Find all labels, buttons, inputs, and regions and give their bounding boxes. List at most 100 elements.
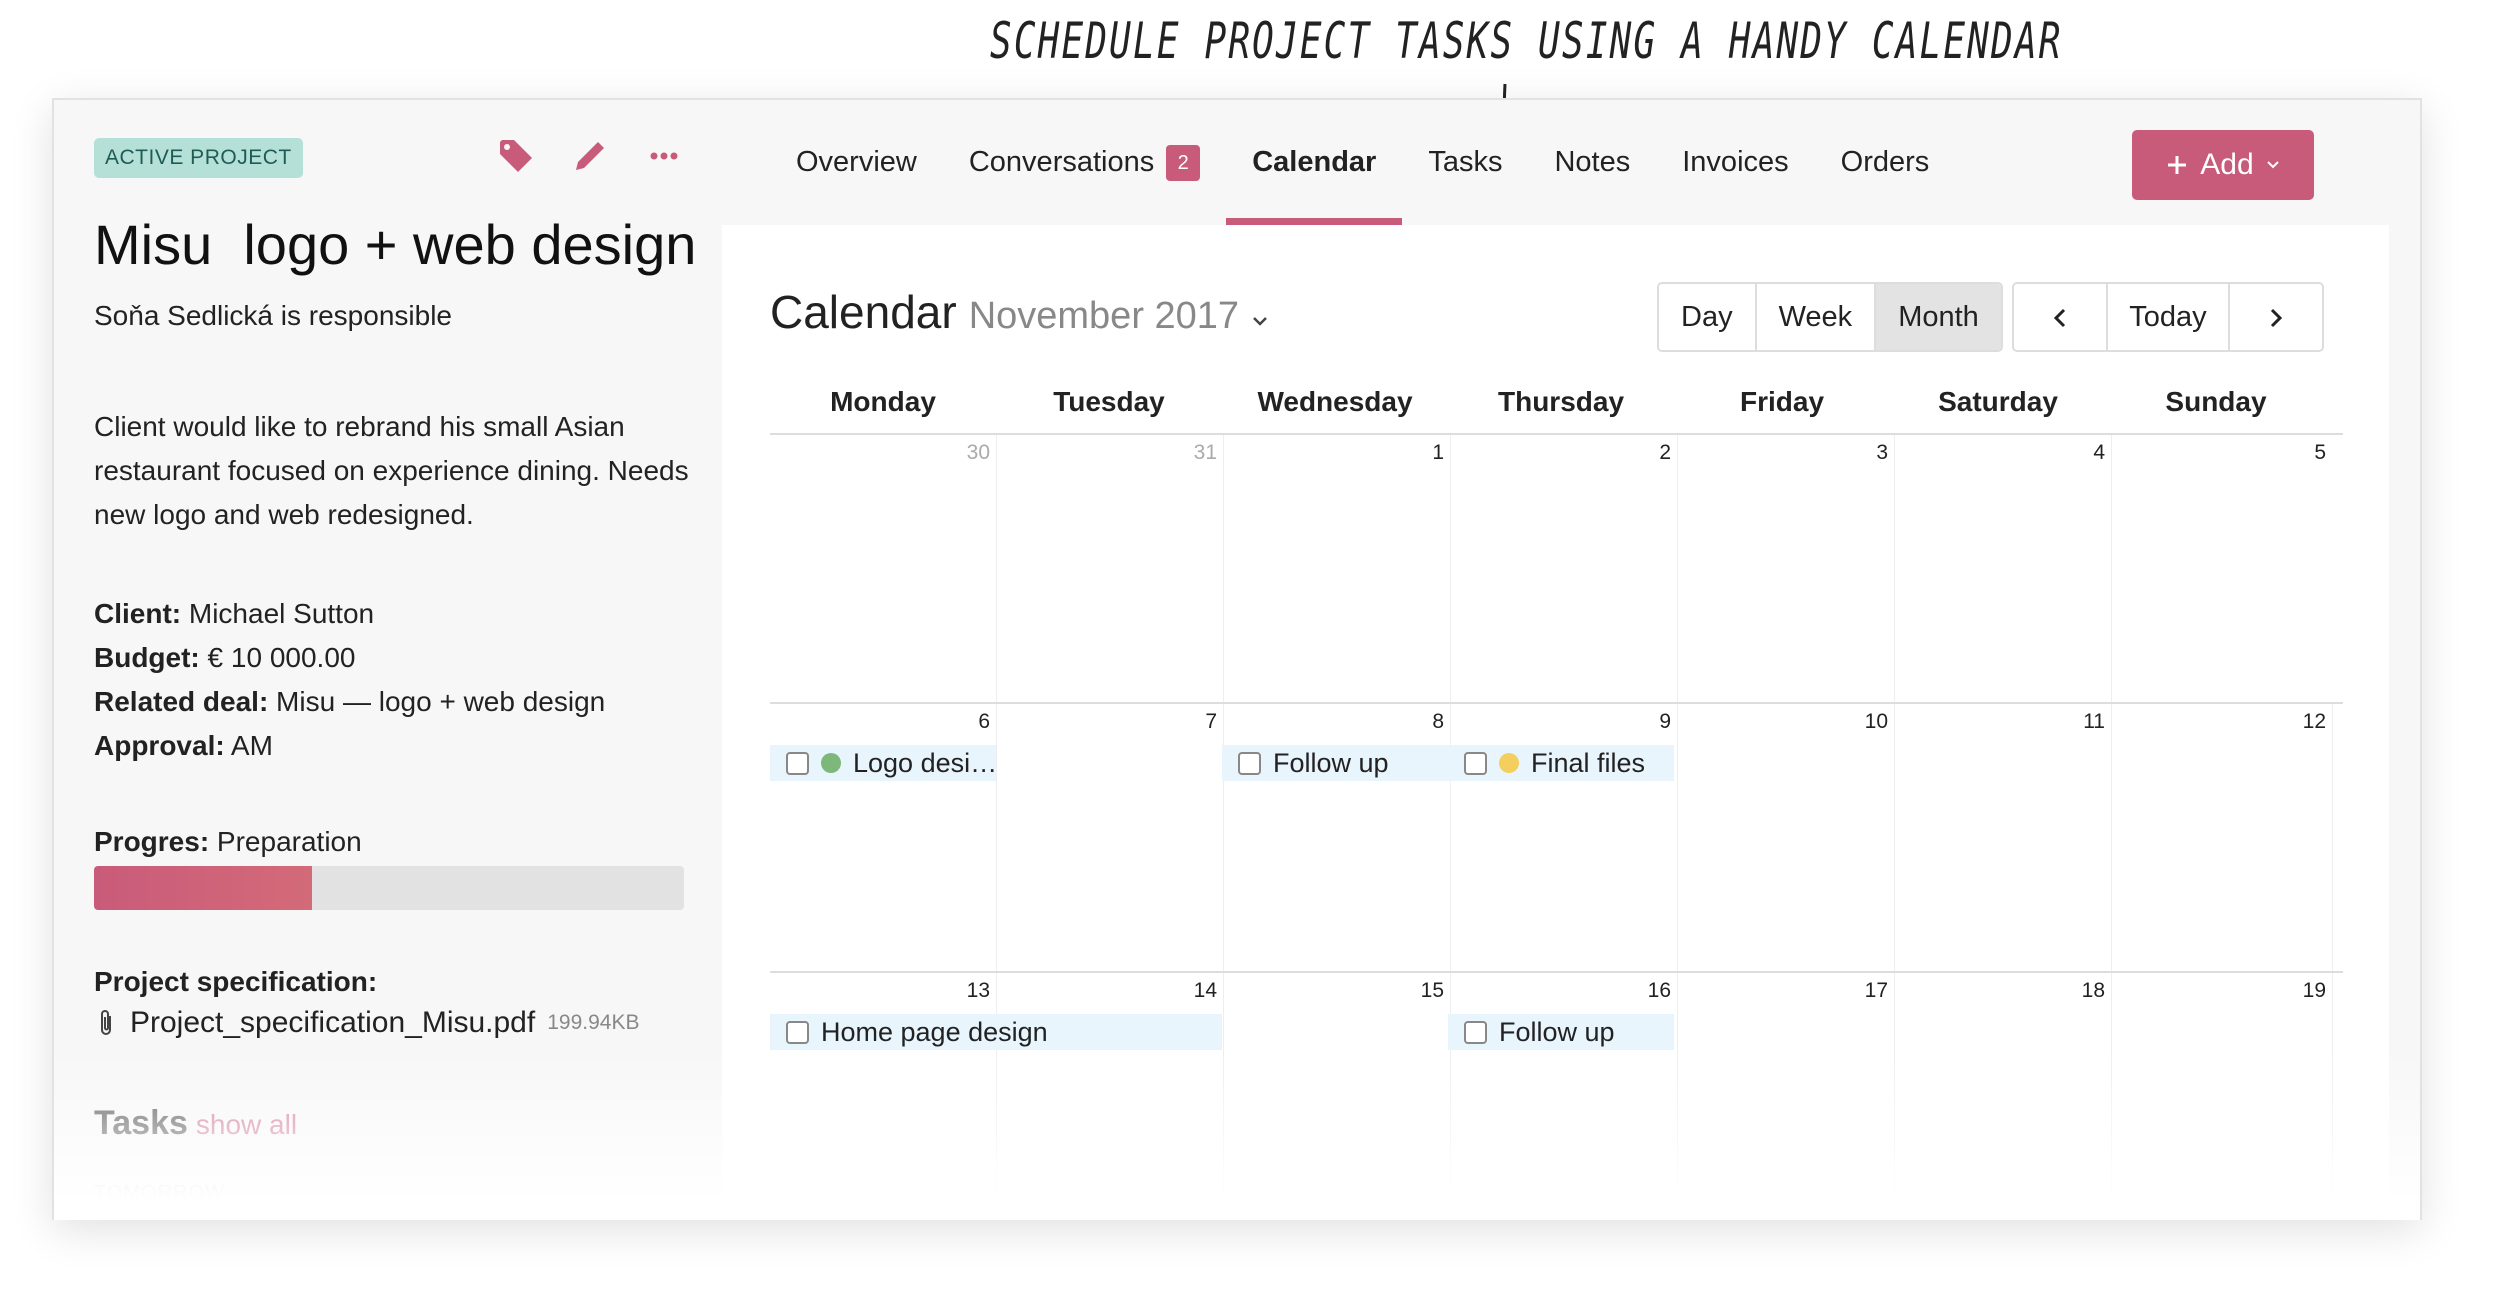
- month-picker[interactable]: November 2017: [969, 295, 1239, 338]
- add-button-label: Add: [2200, 148, 2254, 181]
- day-number: 17: [1864, 979, 1888, 1002]
- tab-invoices[interactable]: Invoices: [1656, 100, 1814, 225]
- day-number: 2: [1659, 441, 1671, 464]
- add-button[interactable]: Add: [2132, 130, 2314, 200]
- tag-icon[interactable]: [494, 134, 538, 178]
- calendar-day-cell[interactable]: 12: [2112, 704, 2333, 971]
- weekday-label: Tuesday: [1053, 386, 1165, 417]
- calendar-event[interactable]: Logo desi…: [770, 745, 996, 781]
- calendar-day-cell[interactable]: 31: [997, 435, 1224, 702]
- calendar-event[interactable]: Follow up: [1222, 745, 1448, 781]
- calendar-title: Calendar: [770, 286, 957, 338]
- weekday-label: Thursday: [1497, 386, 1625, 417]
- tab-calendar[interactable]: Calendar: [1226, 100, 1403, 225]
- progress-fill: [94, 866, 313, 910]
- weekday-header: Monday Tuesday Wednesday Thursday Friday Satu…: [770, 380, 2343, 435]
- view-week-button[interactable]: Week: [1756, 284, 1877, 350]
- day-number: 11: [2083, 710, 2105, 733]
- calendar-day-cell[interactable]: 4: [1895, 435, 2112, 702]
- day-number: 15: [1420, 979, 1444, 1002]
- weekday-label: Wednesday: [1257, 386, 1413, 417]
- calendar-day-cell[interactable]: 14: [997, 973, 1224, 1220]
- task-checkbox[interactable]: [786, 751, 809, 775]
- project-title: Misu logo + web design: [94, 213, 697, 276]
- calendar-day-cell[interactable]: 15: [1224, 973, 1451, 1220]
- day-number: 19: [2302, 979, 2326, 1002]
- tab-conversations[interactable]: Conversations 2: [943, 100, 1226, 225]
- today-button[interactable]: Today: [2108, 284, 2230, 350]
- field-value: AM: [224, 730, 273, 761]
- app-window: ACTIVE PROJECT Misu logo + web design So…: [52, 98, 2422, 1220]
- more-icon[interactable]: [642, 134, 686, 178]
- calendar-day-cell[interactable]: 17: [1678, 973, 1895, 1220]
- calendar-day-cell[interactable]: 11: [1895, 704, 2112, 971]
- day-number: 31: [1193, 441, 1217, 464]
- tab-tasks[interactable]: Tasks: [1402, 100, 1528, 225]
- calendar-event[interactable]: Follow up: [1448, 1014, 1674, 1050]
- prev-button[interactable]: [2014, 284, 2108, 350]
- spec-filename[interactable]: Project_specification_Misu.pdf: [130, 1006, 535, 1040]
- calendar-week: 30 31 1 2 3 4 5: [770, 435, 2343, 704]
- field-label: Related deal:: [94, 686, 269, 717]
- calendar-grid: Monday Tuesday Wednesday Thursday Friday Satu…: [770, 380, 2343, 1220]
- approval-row: Approval: AM: [94, 724, 605, 768]
- calendar-week: 6 7 8 9 10 11 12 Logo desi… Follow up Final files: [770, 704, 2343, 973]
- task-checkbox[interactable]: [1464, 751, 1487, 775]
- status-dot-icon: [1499, 753, 1519, 773]
- day-number: 14: [1193, 979, 1217, 1002]
- chevron-down-icon: [2266, 161, 2279, 169]
- tab-bar: Overview Conversations 2 Calendar Tasks N…: [770, 100, 1955, 225]
- chevron-down-icon[interactable]: [1251, 314, 1269, 328]
- budget-row: Budget: € 10 000.00: [94, 636, 605, 680]
- calendar-day-cell[interactable]: 3: [1678, 435, 1895, 702]
- calendar-event[interactable]: Final files: [1448, 745, 1674, 781]
- view-day-button[interactable]: Day: [1659, 284, 1757, 350]
- headline: SCHEDULE PROJECT TASKS USING A HANDY CAL…: [990, 12, 2063, 70]
- tab-label: Notes: [1554, 146, 1631, 178]
- day-number: 18: [2081, 979, 2105, 1002]
- event-label: Logo desi…: [853, 747, 996, 778]
- tasks-title: Tasks: [94, 1104, 188, 1142]
- day-number: 4: [2093, 441, 2105, 464]
- view-switcher: Day Week Month: [1657, 282, 2003, 352]
- progress-value: Preparation: [209, 826, 362, 857]
- related-deal-row: Related deal: Misu — logo + web design: [94, 680, 605, 724]
- task-checkbox[interactable]: [1238, 751, 1261, 775]
- tab-orders[interactable]: Orders: [1815, 100, 1956, 225]
- task-checkbox[interactable]: [1464, 1020, 1487, 1044]
- task-checkbox[interactable]: [786, 1020, 809, 1044]
- tab-label: Conversations: [968, 146, 1155, 178]
- paperclip-icon: [101, 1010, 111, 1035]
- day-number: 6: [978, 710, 990, 733]
- calendar-day-cell[interactable]: 30: [770, 435, 997, 702]
- calendar-day-cell[interactable]: 19: [2112, 973, 2333, 1220]
- tab-notes[interactable]: Notes: [1528, 100, 1656, 225]
- conversations-count-badge: 2: [1166, 144, 1201, 181]
- view-month-button[interactable]: Month: [1876, 284, 2001, 350]
- pencil-icon[interactable]: [568, 134, 612, 178]
- weekday-label: Sunday: [2165, 386, 2267, 417]
- day-number: 1: [1432, 441, 1444, 464]
- calendar-week: 13 14 15 16 17 18 19 Home page design Follow up: [770, 973, 2343, 1220]
- show-all-link[interactable]: show all: [196, 1109, 297, 1140]
- day-number: 3: [1876, 441, 1888, 464]
- tab-overview[interactable]: Overview: [770, 100, 943, 225]
- calendar-event[interactable]: Home page design: [770, 1014, 1222, 1050]
- calendar-day-cell[interactable]: 7: [997, 704, 1224, 971]
- calendar-day-cell[interactable]: 5: [2112, 435, 2332, 702]
- spec-label: Project specification:: [94, 966, 378, 997]
- spec-attachment[interactable]: Project_specification_Misu.pdf 199.94KB: [94, 1006, 639, 1040]
- calendar-day-cell[interactable]: 18: [1895, 973, 2112, 1220]
- calendar-day-cell[interactable]: 13: [770, 973, 997, 1220]
- calendar-day-cell[interactable]: 1: [1224, 435, 1451, 702]
- calendar-day-cell[interactable]: 2: [1451, 435, 1678, 702]
- next-button[interactable]: [2230, 284, 2322, 350]
- day-number: 5: [2314, 441, 2326, 464]
- calendar-day-cell[interactable]: 16: [1451, 973, 1678, 1220]
- tab-label: Overview: [796, 146, 917, 178]
- calendar-day-cell[interactable]: 10: [1678, 704, 1895, 971]
- day-number: 7: [1205, 710, 1217, 733]
- day-number: 12: [2302, 710, 2326, 733]
- field-value: € 10 000.00: [199, 642, 356, 673]
- day-number: 9: [1659, 710, 1671, 733]
